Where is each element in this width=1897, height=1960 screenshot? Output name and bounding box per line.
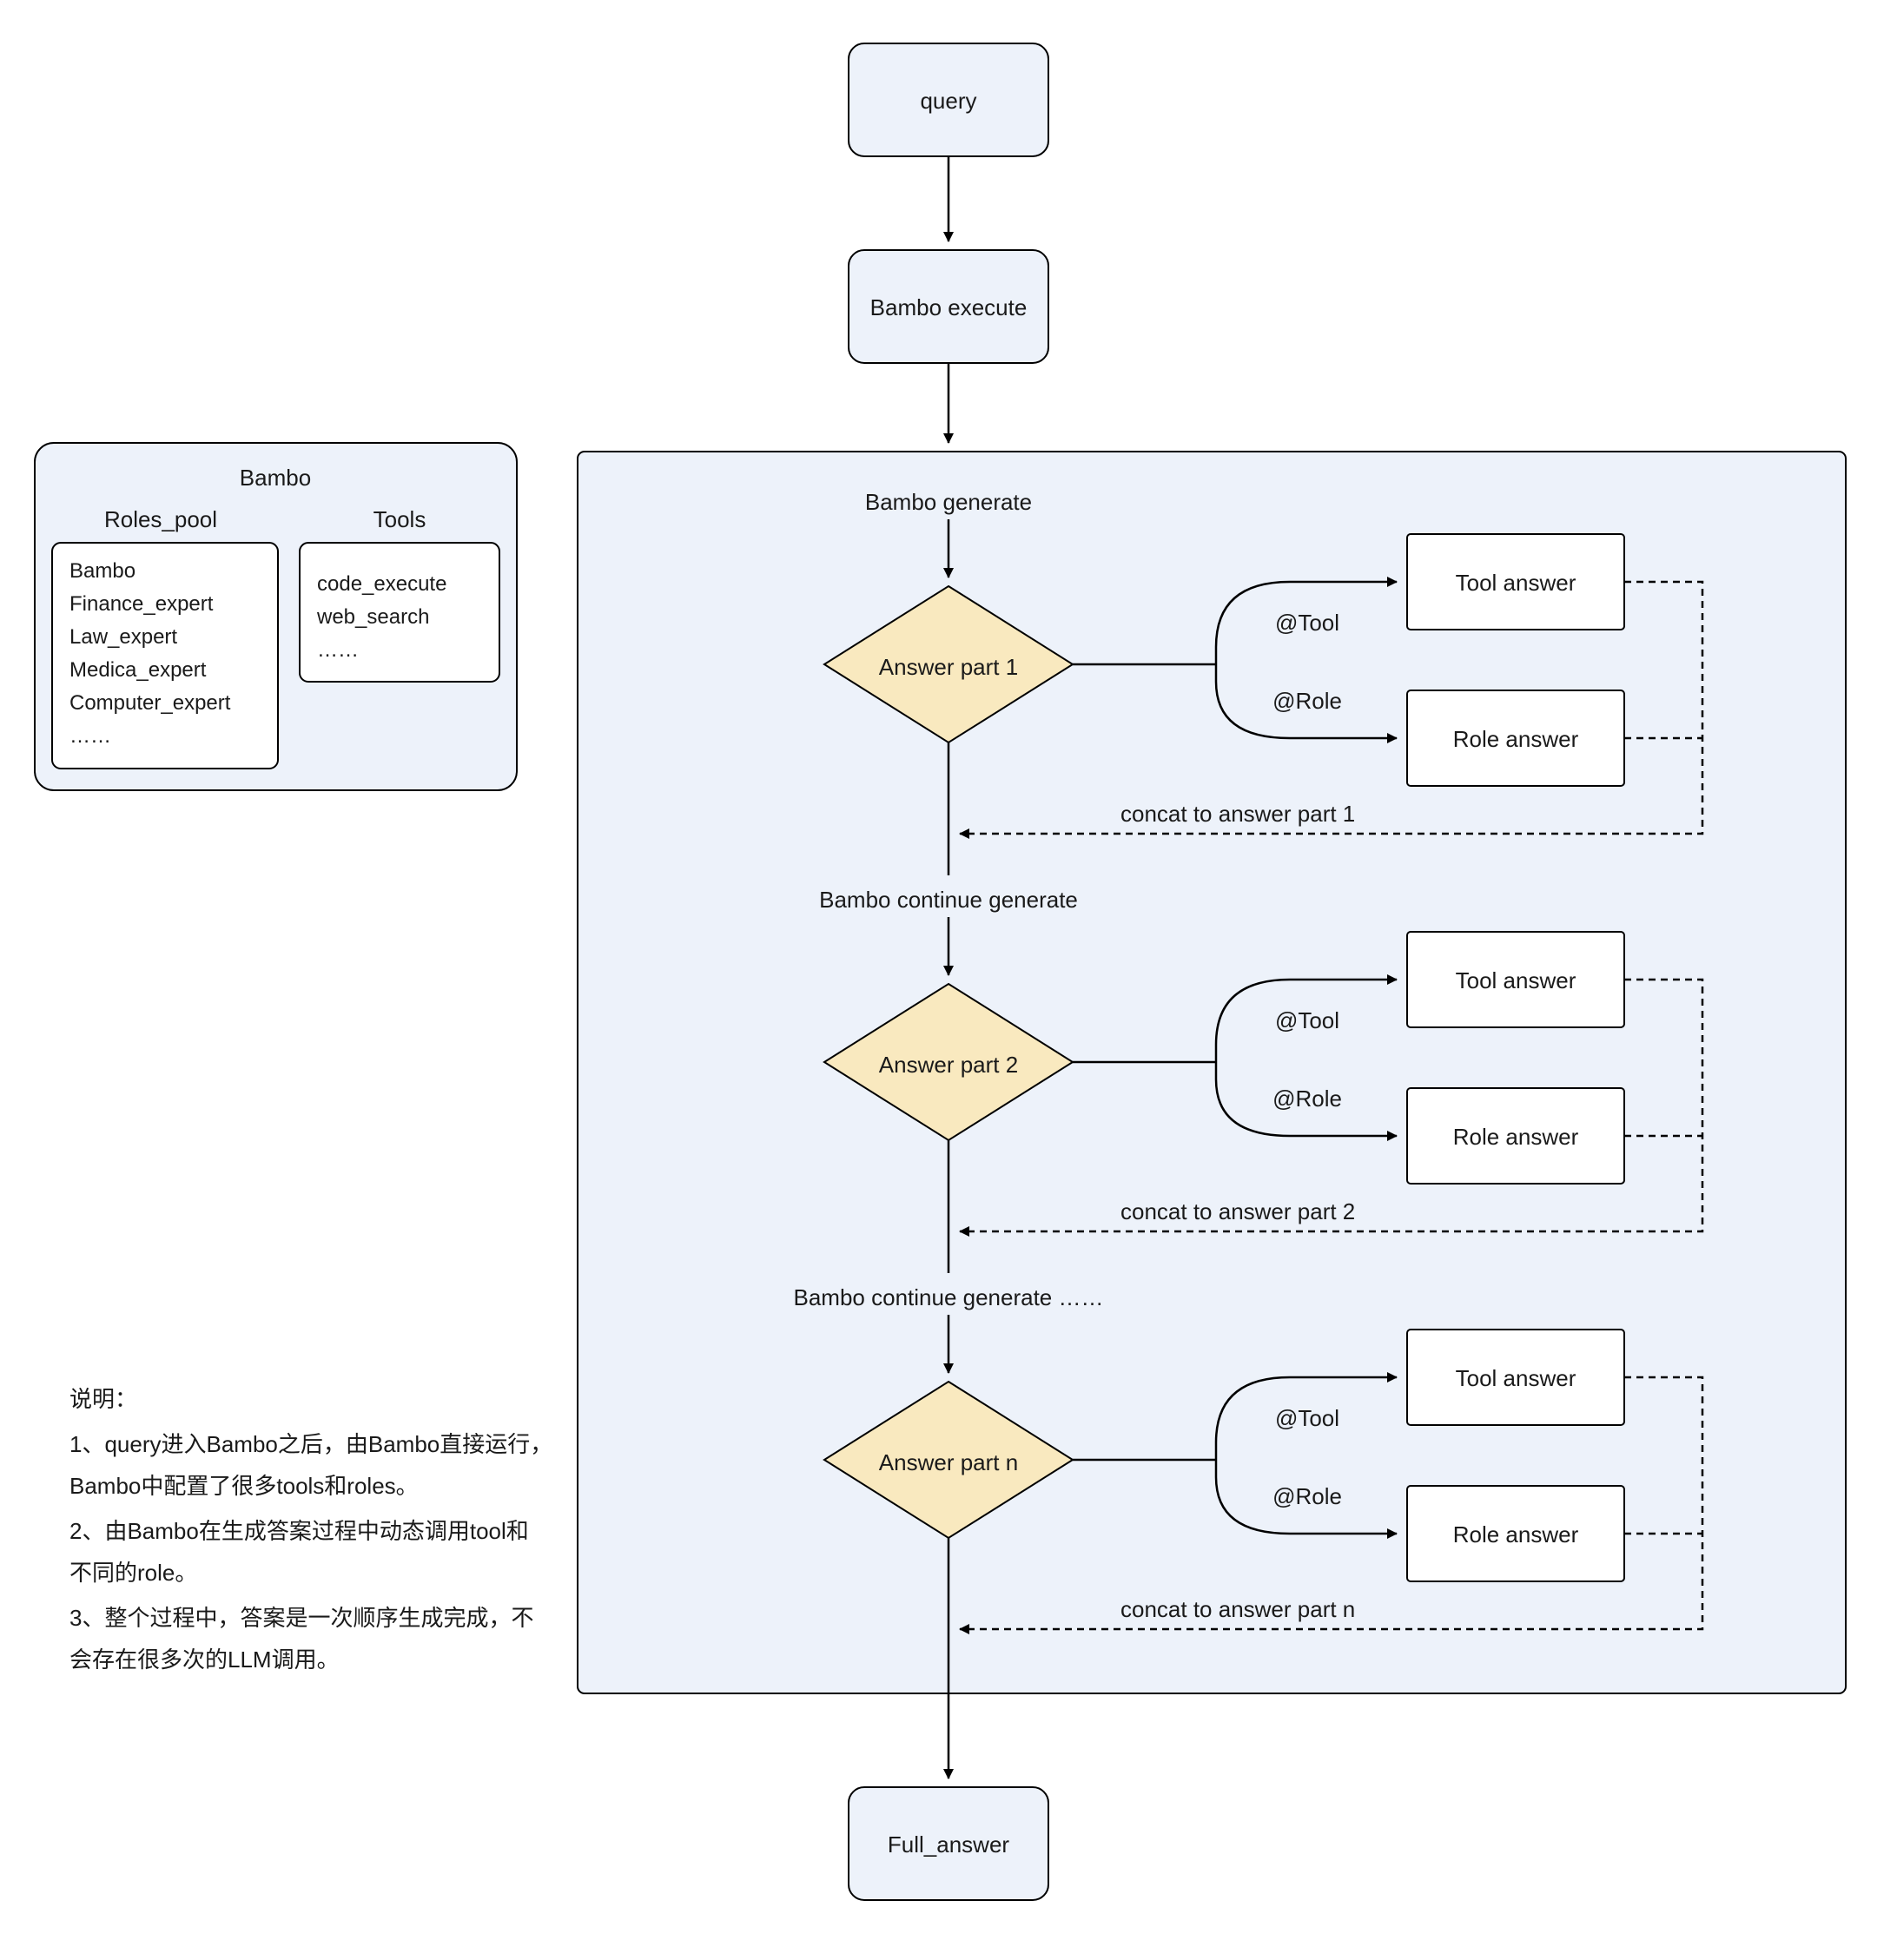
at-role-label-2: @Role [1272, 1086, 1342, 1112]
role-item-5: …… [69, 724, 111, 748]
at-tool-label-2: @Tool [1275, 1007, 1339, 1033]
explanation-title: 说明： [69, 1386, 137, 1412]
answer-part-n-label: Answer part n [879, 1449, 1018, 1475]
tool-item-0: code_execute [317, 572, 446, 596]
bambo-execute-label: Bambo execute [870, 294, 1028, 320]
role-item-1: Finance_expert [69, 592, 214, 616]
explanation-line2b: 不同的role。 [69, 1560, 197, 1586]
role-item-3: Medica_expert [69, 658, 207, 682]
tool-answer-label-2: Tool answer [1456, 967, 1576, 993]
tool-answer-label-n: Tool answer [1456, 1365, 1576, 1391]
at-tool-label-1: @Tool [1275, 610, 1339, 636]
role-answer-label-2: Role answer [1453, 1124, 1579, 1150]
full-answer-label: Full_answer [888, 1831, 1010, 1858]
concat-label-2: concat to answer part 2 [1120, 1198, 1355, 1224]
bambo-generate-label-2: Bambo continue generate [819, 887, 1078, 913]
answer-part-1-label: Answer part 1 [879, 654, 1018, 680]
role-answer-label-n: Role answer [1453, 1521, 1579, 1548]
explanation-line3: 3、整个过程中，答案是一次顺序生成完成，不 [69, 1605, 533, 1631]
role-item-0: Bambo [69, 559, 136, 583]
role-item-2: Law_expert [69, 625, 177, 649]
explanation-line2: 2、由Bambo在生成答案过程中动态调用tool和 [69, 1518, 529, 1544]
answer-part-2-label: Answer part 2 [879, 1052, 1018, 1078]
role-item-4: Computer_expert [69, 691, 231, 715]
at-role-label-1: @Role [1272, 688, 1342, 714]
tool-answer-label-1: Tool answer [1456, 570, 1576, 596]
explanation-line1b: Bambo中配置了很多tools和roles。 [69, 1473, 419, 1499]
bambo-generate-label-1: Bambo generate [865, 489, 1032, 515]
at-tool-label-n: @Tool [1275, 1405, 1339, 1431]
at-role-label-n: @Role [1272, 1483, 1342, 1509]
role-answer-label-1: Role answer [1453, 726, 1579, 752]
concat-label-n: concat to answer part n [1120, 1596, 1355, 1622]
tools-title: Tools [373, 506, 426, 532]
concat-label-1: concat to answer part 1 [1120, 801, 1355, 827]
roles-pool-title: Roles_pool [104, 506, 217, 532]
explanation-line1: 1、query进入Bambo之后，由Bambo直接运行， [69, 1431, 552, 1457]
main-panel [578, 452, 1846, 1693]
flowchart-diagram: query Bambo execute Bambo generate Answe… [0, 0, 1897, 1956]
bambo-title: Bambo [240, 465, 311, 491]
bambo-generate-label-n: Bambo continue generate …… [794, 1284, 1104, 1310]
tool-item-2: …… [317, 638, 359, 662]
explanation-line3b: 会存在很多次的LLM调用。 [69, 1647, 340, 1673]
tool-item-1: web_search [316, 605, 429, 629]
query-label: query [920, 88, 976, 114]
